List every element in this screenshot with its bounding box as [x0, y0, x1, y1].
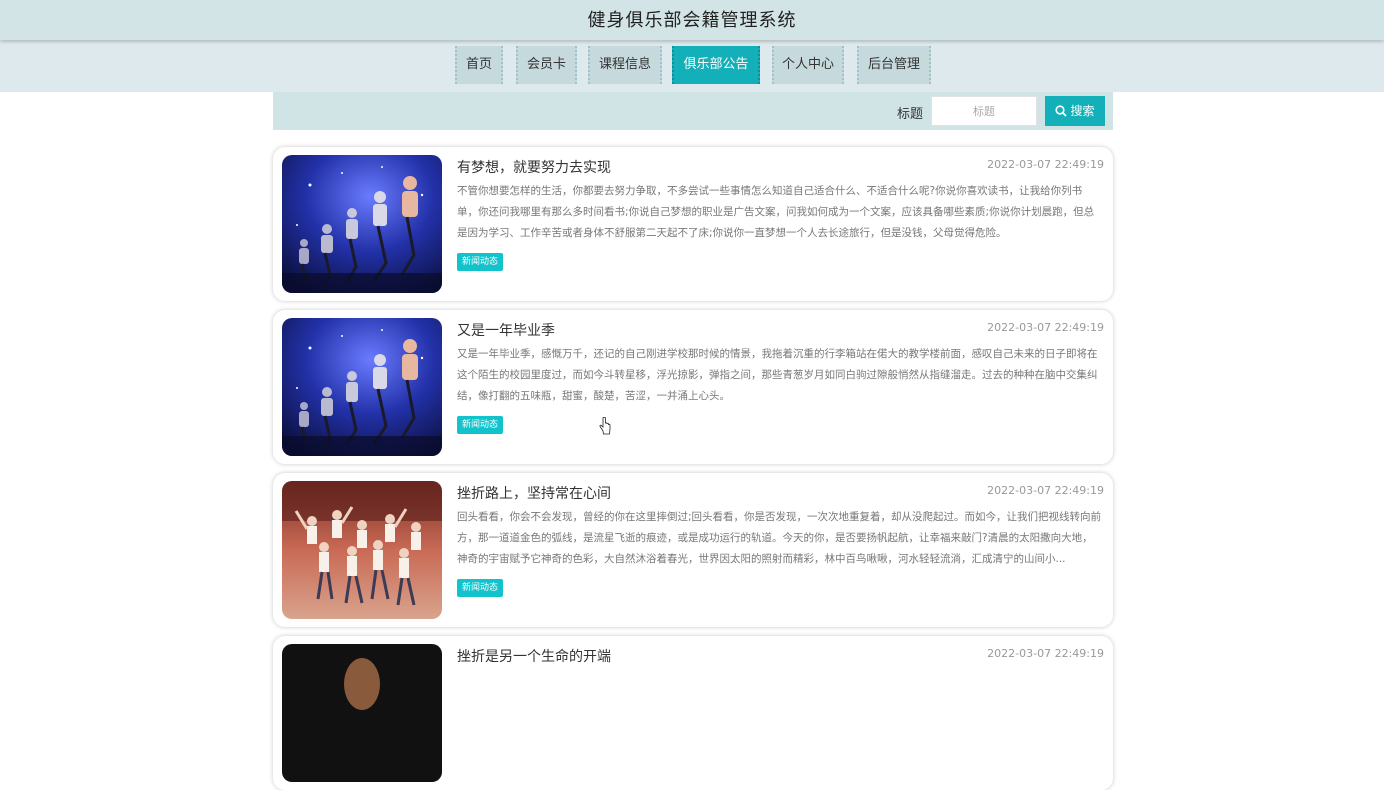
notice-date: 2022-03-07 22:49:19 [987, 158, 1104, 171]
notice-tag[interactable]: 新闻动态 [457, 416, 504, 434]
notice-image[interactable] [282, 155, 442, 293]
notice-image[interactable] [282, 481, 442, 619]
notice-title[interactable]: 又是一年毕业季 [457, 320, 555, 340]
nav-courses[interactable]: 课程信息 [588, 46, 662, 84]
search-button-label: 搜索 [1070, 104, 1095, 118]
notice-date: 2022-03-07 22:49:19 [987, 484, 1104, 497]
notice-image[interactable] [282, 644, 442, 782]
notice-card[interactable]: 又是一年毕业季 2022-03-07 22:49:19 又是一年毕业季，感慨万千… [273, 310, 1113, 464]
hand-cursor-icon [599, 417, 611, 435]
search-icon [1055, 105, 1068, 117]
notice-card[interactable]: 挫折是另一个生命的开端 2022-03-07 22:49:19 [273, 636, 1113, 790]
notice-card[interactable]: 有梦想，就要努力去实现 2022-03-07 22:49:19 不管你想要怎样的… [273, 147, 1113, 301]
nav-admin[interactable]: 后台管理 [857, 46, 931, 84]
notice-summary: 不管你想要怎样的生活，你都要去努力争取，不多尝试一些事情怎么知道自己适合什么、不… [457, 185, 1095, 239]
notice-summary: 又是一年毕业季，感慨万千，还记的自己刚进学校那时候的情景，我拖着沉重的行李箱站在… [457, 348, 1098, 402]
nav-member-card[interactable]: 会员卡 [516, 46, 577, 84]
nav-home[interactable]: 首页 [455, 46, 503, 84]
notice-tag[interactable]: 新闻动态 [457, 253, 504, 271]
main-nav: 首页 会员卡 课程信息 俱乐部公告 个人中心 后台管理 [0, 40, 1384, 92]
notice-summary: 回头看看，你会不会发现，曾经的你在这里摔倒过;回头看看，你是否发现，一次次地重复… [457, 511, 1102, 565]
notice-date: 2022-03-07 22:49:19 [987, 647, 1104, 660]
notice-title[interactable]: 挫折路上，坚持常在心间 [457, 483, 611, 503]
notice-image[interactable] [282, 318, 442, 456]
search-input[interactable] [931, 96, 1037, 126]
top-header: 健身俱乐部会籍管理系统 [0, 0, 1384, 40]
search-button[interactable]: 搜索 [1045, 96, 1105, 126]
notice-card[interactable]: 挫折路上，坚持常在心间 2022-03-07 22:49:19 回头看看，你会不… [273, 473, 1113, 627]
search-bar: 标题 搜索 [273, 92, 1113, 130]
notice-title[interactable]: 挫折是另一个生命的开端 [457, 646, 611, 666]
nav-club-notices[interactable]: 俱乐部公告 [672, 46, 760, 84]
nav-personal-center[interactable]: 个人中心 [772, 46, 844, 84]
site-title: 健身俱乐部会籍管理系统 [587, 10, 797, 31]
notice-title[interactable]: 有梦想，就要努力去实现 [457, 157, 611, 177]
search-label: 标题 [896, 107, 923, 122]
notice-date: 2022-03-07 22:49:19 [987, 321, 1104, 334]
notice-tag[interactable]: 新闻动态 [457, 579, 504, 597]
